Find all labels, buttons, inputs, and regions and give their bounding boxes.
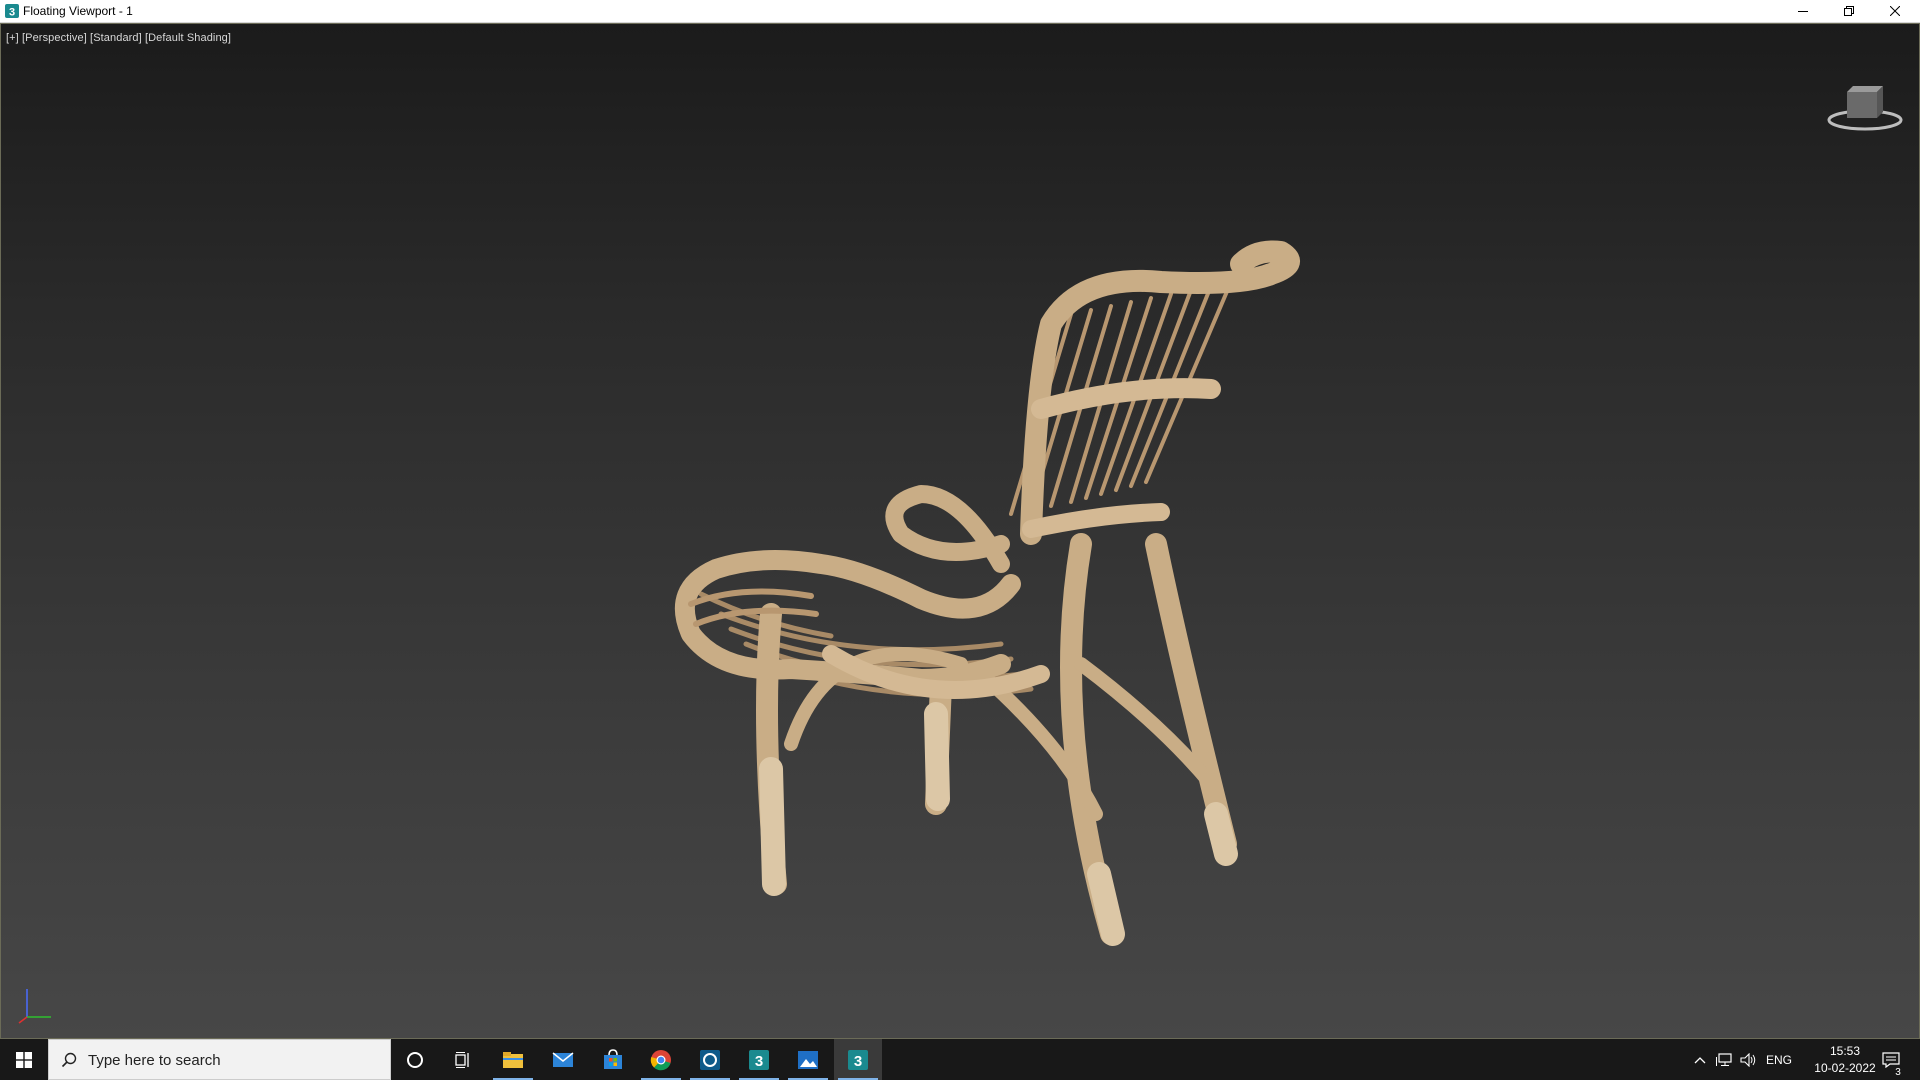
viewport-scene[interactable] — [1, 24, 1919, 1038]
3ds-max-icon: 3 — [5, 4, 19, 19]
window-title: Floating Viewport - 1 — [23, 4, 133, 18]
input-language-button[interactable]: ENG — [1762, 1039, 1796, 1080]
viewport-display-menu[interactable]: [Default Shading] — [145, 32, 231, 44]
viewport-shading-mode-menu[interactable]: [Standard] — [90, 32, 142, 44]
chevron-up-icon — [1694, 1056, 1706, 1063]
close-button[interactable] — [1872, 0, 1918, 22]
windows-logo-icon — [16, 1051, 32, 1068]
restore-icon — [1844, 6, 1854, 16]
minimize-button[interactable] — [1780, 0, 1826, 22]
taskbar-store[interactable] — [589, 1039, 637, 1080]
cortana-icon — [407, 1051, 423, 1068]
3ds-max-icon: 3 — [848, 1049, 868, 1070]
perspective-viewport[interactable]: [+] [Perspective] [Standard] [Default Sh… — [0, 23, 1920, 1039]
taskbar-sketchup[interactable] — [686, 1039, 734, 1080]
taskbar-chrome[interactable] — [637, 1039, 685, 1080]
clock-time: 15:53 — [1829, 1044, 1861, 1058]
search-icon — [61, 1052, 77, 1068]
network-button[interactable] — [1712, 1039, 1736, 1080]
taskbar: Type here to search 3 3 ENG 15:53 10-02-… — [0, 1039, 1920, 1080]
svg-text:3: 3 — [854, 1053, 862, 1070]
taskbar-photos[interactable] — [784, 1039, 832, 1080]
search-box[interactable]: Type here to search — [48, 1039, 391, 1080]
taskbar-3ds-max-active[interactable]: 3 — [834, 1039, 882, 1080]
axis-tripod-icon — [18, 989, 51, 1024]
microsoft-store-icon — [604, 1048, 622, 1069]
svg-text:3: 3 — [9, 7, 15, 19]
viewcube-icon[interactable] — [1825, 62, 1905, 134]
sketchup-icon — [700, 1049, 720, 1070]
task-view-button[interactable] — [439, 1039, 487, 1080]
taskbar-3ds-max[interactable]: 3 — [735, 1039, 783, 1080]
viewport-label-menu: [+] [Perspective] [Standard] [Default Sh… — [6, 32, 231, 44]
mail-icon — [552, 1051, 574, 1067]
restore-button[interactable] — [1826, 0, 1872, 22]
network-icon — [1716, 1052, 1732, 1066]
svg-text:3: 3 — [755, 1053, 763, 1070]
taskbar-file-explorer[interactable] — [489, 1039, 537, 1080]
title-bar: 3 Floating Viewport - 1 — [0, 0, 1920, 23]
photos-icon — [798, 1050, 818, 1069]
chrome-icon — [650, 1049, 671, 1070]
volume-button[interactable] — [1737, 1039, 1761, 1080]
close-icon — [1890, 6, 1900, 16]
search-placeholder: Type here to search — [88, 1052, 221, 1069]
3ds-max-icon: 3 — [749, 1049, 769, 1070]
taskbar-mail[interactable] — [539, 1039, 587, 1080]
task-view-icon — [455, 1051, 469, 1068]
viewport-plus-menu[interactable]: [+] — [6, 32, 19, 44]
file-explorer-icon — [503, 1051, 523, 1068]
minimize-icon — [1798, 11, 1808, 12]
volume-icon — [1740, 1052, 1756, 1067]
notification-count-badge: 3 — [1891, 1066, 1905, 1080]
show-hidden-icons-button[interactable] — [1690, 1039, 1710, 1080]
cortana-button[interactable] — [391, 1039, 439, 1080]
start-button[interactable] — [0, 1039, 48, 1080]
viewport-pov-menu[interactable]: [Perspective] — [22, 32, 87, 44]
rattan-chair-model[interactable] — [674, 240, 1300, 946]
